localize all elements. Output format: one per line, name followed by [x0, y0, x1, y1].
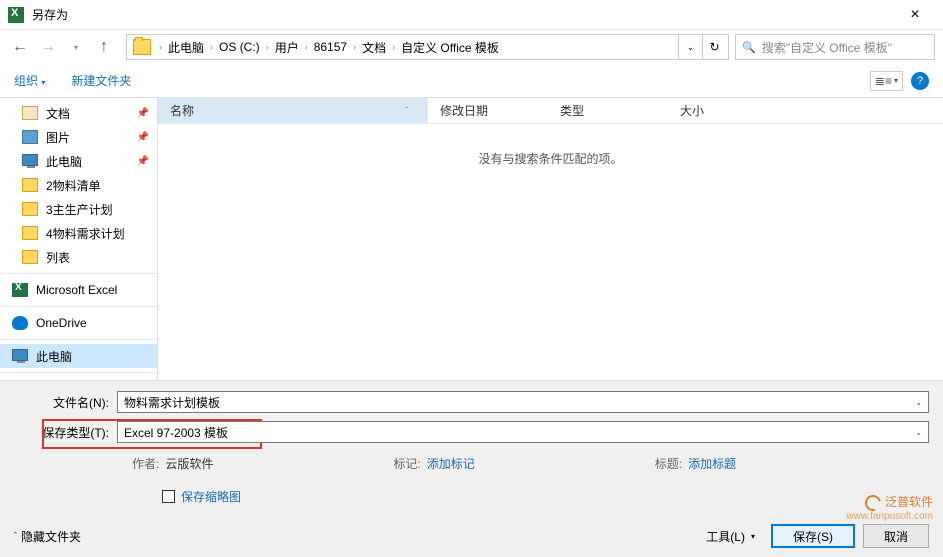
folder-icon — [22, 178, 38, 192]
filetype-dropdown[interactable]: Excel 97-2003 模板⌄ — [117, 421, 929, 443]
pin-icon: 📌 — [137, 132, 149, 143]
excel-app-icon — [8, 7, 24, 23]
sidebar-item-documents[interactable]: 文档📌 — [0, 101, 157, 125]
toolbar: 组织 ▾ 新建文件夹 ≣≡▾ ? — [0, 64, 943, 98]
thispc-icon — [12, 349, 28, 361]
sidebar-item-folder[interactable]: 列表 — [0, 245, 157, 269]
main-area: 文档📌 图片📌 此电脑📌 2物料清单 3主生产计划 4物料需求计划 列表 Mic… — [0, 98, 943, 380]
folder-icon — [133, 39, 151, 55]
empty-folder-message: 没有与搜索条件匹配的项。 — [158, 150, 943, 167]
column-modified[interactable]: 修改日期 — [428, 102, 548, 119]
save-form: 文件名(N): 物料需求计划模板⌄ 保存类型(T): Excel 97-2003… — [0, 380, 943, 557]
sidebar-item-folder[interactable]: 3主生产计划 — [0, 197, 157, 221]
search-input[interactable]: 🔍 搜索"自定义 Office 模板" — [735, 34, 935, 60]
author-field[interactable]: 作者:云版软件 — [132, 455, 213, 472]
breadcrumb-item[interactable]: OS (C:) — [217, 40, 262, 54]
chevron-right-icon: › — [159, 42, 162, 52]
hide-folders-toggle[interactable]: ˆ 隐藏文件夹 — [14, 528, 81, 545]
up-button[interactable]: ↑ — [92, 35, 116, 59]
nav-bar: ← → ▾ ↑ › 此电脑 › OS (C:) › 用户 › 86157 › 文… — [0, 30, 943, 64]
folder-icon — [22, 202, 38, 216]
help-button[interactable]: ? — [911, 72, 929, 90]
checkbox-icon[interactable] — [162, 490, 175, 503]
sidebar-item-pictures[interactable]: 图片📌 — [0, 125, 157, 149]
excel-icon — [12, 283, 28, 297]
save-thumbnail-option[interactable]: 保存缩略图 — [162, 488, 929, 505]
sidebar-item-folder[interactable]: 2物料清单 — [0, 173, 157, 197]
breadcrumb-item[interactable]: 自定义 Office 模板 — [399, 39, 501, 56]
pictures-icon — [22, 130, 38, 144]
sidebar-item-onedrive[interactable]: OneDrive — [0, 311, 157, 335]
refresh-button[interactable]: ↻ — [702, 35, 726, 59]
folder-icon — [22, 250, 38, 264]
title-bar: 另存为 × — [0, 0, 943, 30]
breadcrumb-history-dropdown[interactable]: ⌄ — [678, 35, 702, 59]
breadcrumb-item[interactable]: 此电脑 — [166, 39, 206, 56]
pin-icon: 📌 — [137, 108, 149, 119]
filename-label: 文件名(N): — [14, 394, 117, 411]
thispc-icon — [22, 154, 38, 166]
breadcrumb-item[interactable]: 用户 — [273, 39, 301, 56]
chevron-down-icon[interactable]: ⌄ — [915, 428, 922, 437]
organize-menu[interactable]: 组织 ▾ — [14, 72, 45, 89]
filetype-label: 保存类型(T): — [14, 424, 117, 441]
sidebar-item-folder[interactable]: 4物料需求计划 — [0, 221, 157, 245]
breadcrumb-item[interactable]: 文档 — [360, 39, 388, 56]
back-button[interactable]: ← — [8, 35, 32, 59]
window-title: 另存为 — [32, 6, 895, 23]
folder-icon — [22, 226, 38, 240]
pin-icon: 📌 — [137, 156, 149, 167]
title-field[interactable]: 标题:添加标题 — [655, 455, 736, 472]
sidebar: 文档📌 图片📌 此电脑📌 2物料清单 3主生产计划 4物料需求计划 列表 Mic… — [0, 98, 158, 380]
sidebar-item-thispc-main[interactable]: 此电脑 — [0, 344, 157, 368]
chevron-up-icon: ˆ — [14, 531, 17, 541]
new-folder-button[interactable]: 新建文件夹 — [71, 72, 131, 89]
breadcrumb-item[interactable]: 86157 — [312, 40, 349, 54]
view-options-button[interactable]: ≣≡▾ — [870, 71, 903, 91]
file-list: 名称ˆ 修改日期 类型 大小 没有与搜索条件匹配的项。 — [158, 98, 943, 380]
chevron-down-icon[interactable]: ⌄ — [915, 398, 922, 407]
sidebar-item-excel[interactable]: Microsoft Excel — [0, 278, 157, 302]
onedrive-icon — [12, 316, 28, 330]
metadata-row: 作者:云版软件 标记:添加标记 标题:添加标题 — [132, 455, 929, 472]
save-button[interactable]: 保存(S) — [771, 524, 855, 548]
dialog-footer: ˆ 隐藏文件夹 工具(L)▾ 保存(S) 取消 — [0, 515, 943, 557]
documents-icon — [22, 106, 38, 120]
close-button[interactable]: × — [895, 6, 935, 24]
column-type[interactable]: 类型 — [548, 102, 668, 119]
breadcrumb-bar[interactable]: › 此电脑 › OS (C:) › 用户 › 86157 › 文档 › 自定义 … — [126, 34, 729, 60]
filename-input[interactable]: 物料需求计划模板⌄ — [117, 391, 929, 413]
cancel-button[interactable]: 取消 — [863, 524, 929, 548]
search-placeholder: 搜索"自定义 Office 模板" — [762, 39, 892, 56]
column-headers: 名称ˆ 修改日期 类型 大小 — [158, 98, 943, 124]
recent-dropdown[interactable]: ▾ — [64, 35, 88, 59]
column-size[interactable]: 大小 — [668, 102, 716, 119]
forward-button[interactable]: → — [36, 35, 60, 59]
column-name[interactable]: 名称ˆ — [158, 98, 428, 123]
sort-indicator-icon: ˆ — [405, 106, 408, 115]
tags-field[interactable]: 标记:添加标记 — [393, 455, 474, 472]
tools-menu[interactable]: 工具(L)▾ — [698, 528, 763, 545]
sidebar-item-thispc[interactable]: 此电脑📌 — [0, 149, 157, 173]
